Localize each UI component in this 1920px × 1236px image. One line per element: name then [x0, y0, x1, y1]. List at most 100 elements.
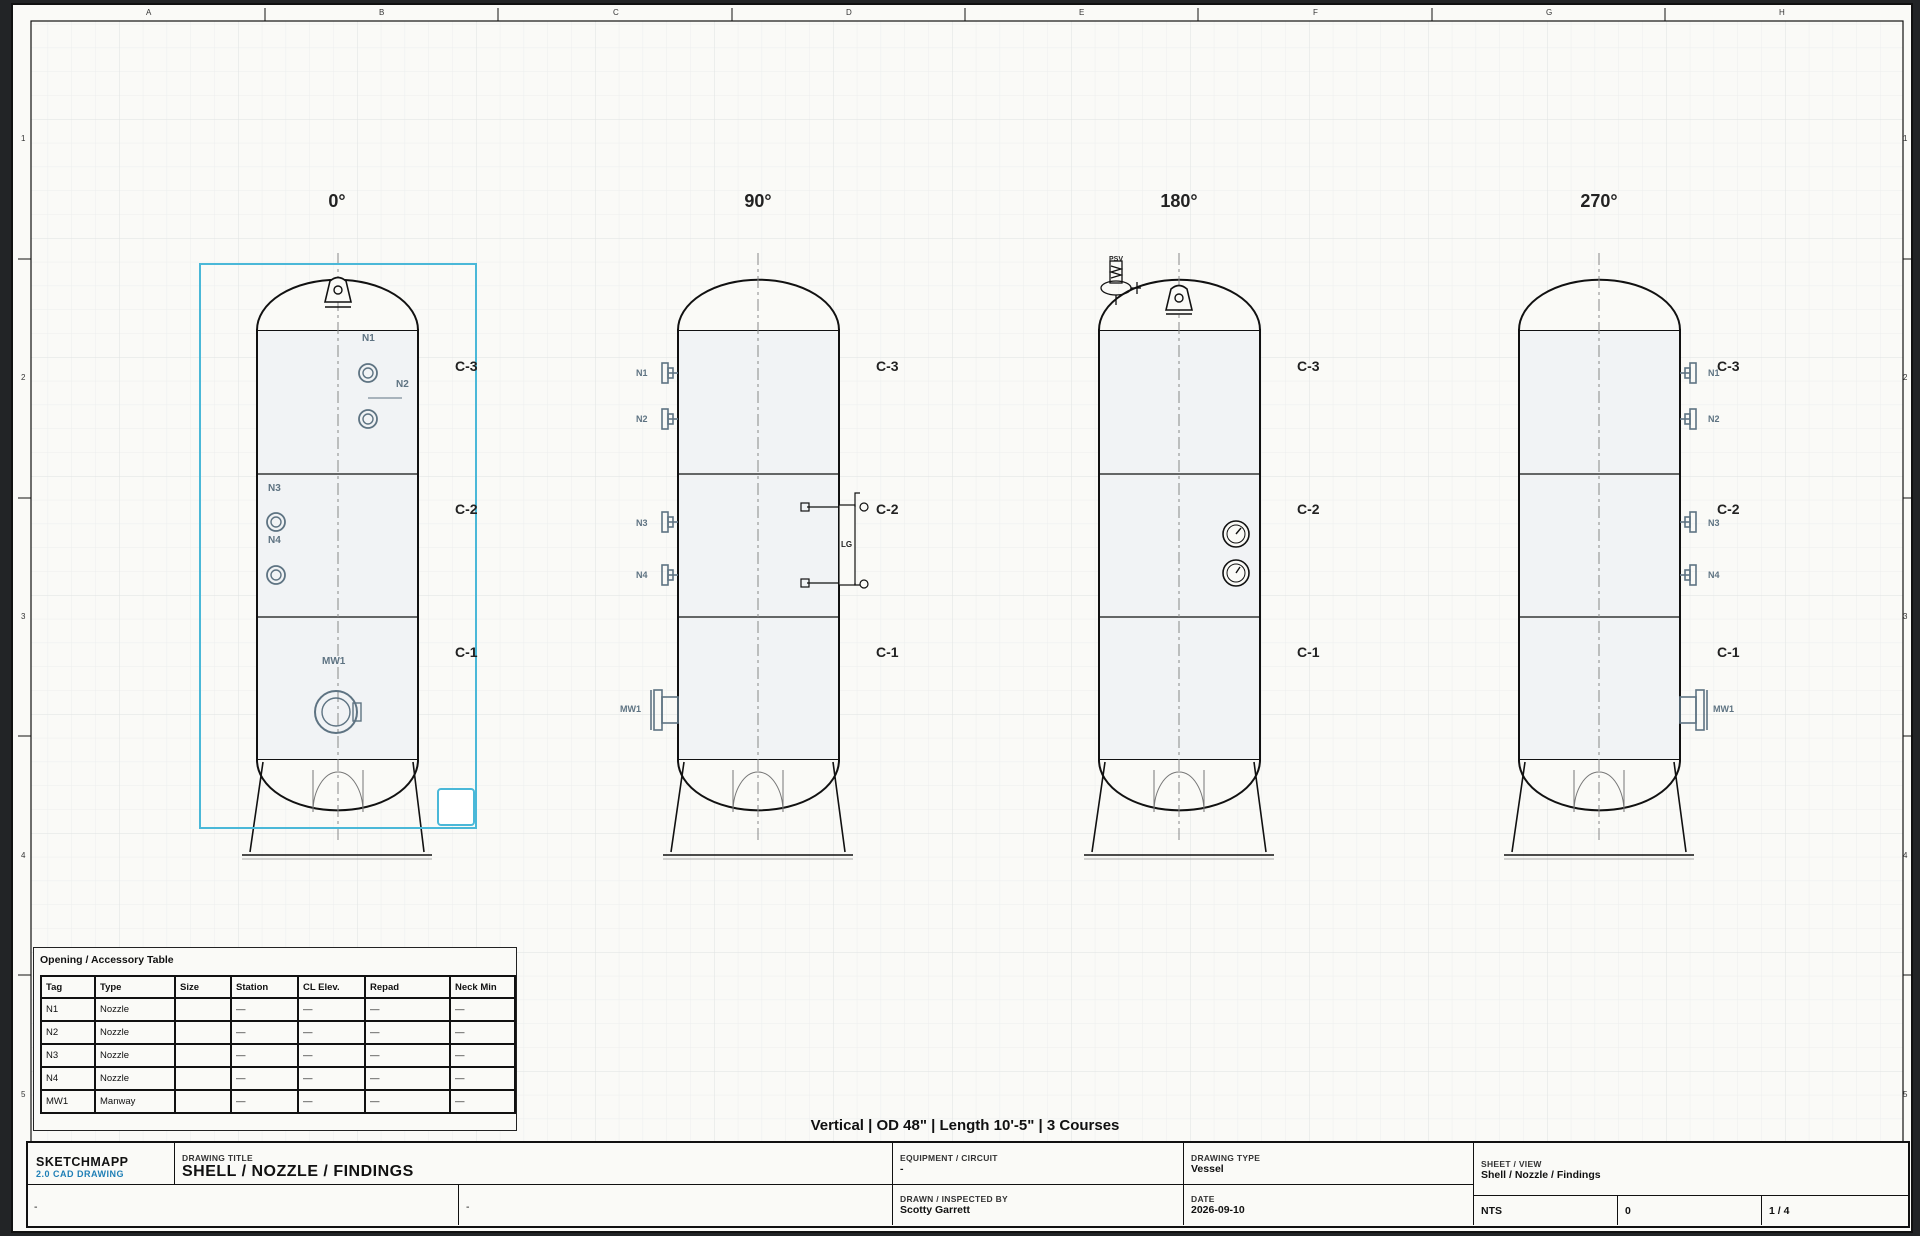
date-label: DATE [1191, 1194, 1215, 1204]
vessel-view-180[interactable] [1084, 253, 1274, 860]
course-label-c1: C-1 [876, 644, 899, 660]
cell-neck-min[interactable]: — [449, 1043, 516, 1068]
view-title-90: 90° [744, 191, 772, 211]
cell-station[interactable]: — [230, 997, 299, 1022]
vessel-view-270[interactable] [1504, 253, 1708, 860]
equipment-value[interactable]: - [900, 1163, 998, 1175]
cell-neck-min[interactable]: — [449, 1089, 516, 1114]
zone-row-3: 3 [21, 612, 26, 621]
drawing-title[interactable]: SHELL / NOZZLE / FINDINGS [182, 1163, 414, 1181]
cell-repad[interactable]: — [364, 1089, 451, 1114]
tag-n1[interactable]: N1 [636, 368, 648, 378]
cell-size[interactable] [174, 1089, 232, 1114]
cell-size[interactable] [174, 1043, 232, 1068]
tag-n4[interactable]: N4 [636, 570, 648, 580]
view-title-180: 180° [1160, 191, 1198, 211]
zone-row-4: 4 [21, 851, 26, 860]
cell-type: Manway [94, 1089, 176, 1114]
vessel-summary: Vertical | OD 48" | Length 10'-5" | 3 Co… [810, 1117, 1120, 1134]
cell-tag: N2 [40, 1020, 96, 1045]
col-header-tag: Tag [40, 975, 96, 999]
drawing-sheet: A B C D E F G H 1 2 3 4 5 1 2 3 4 5 0° 9… [0, 0, 1920, 1236]
table-row[interactable]: MW1 Manway — — — — [40, 1089, 516, 1114]
tag-n3[interactable]: N3 [1708, 518, 1720, 528]
drawing-title-label: DRAWING TITLE [182, 1153, 253, 1163]
revision-value[interactable]: 0 [1625, 1205, 1631, 1217]
zone-col-e: E [1079, 8, 1085, 17]
cell-size[interactable] [174, 1066, 232, 1091]
scale-value[interactable]: NTS [1481, 1205, 1502, 1217]
brand-name: SKETCHMAPP [36, 1155, 129, 1169]
zone-row-5-right: 5 [1903, 1090, 1908, 1099]
zone-row-5: 5 [21, 1090, 26, 1099]
sheet-view-value[interactable]: Shell / Nozzle / Findings [1481, 1169, 1601, 1181]
date-value[interactable]: 2026-09-10 [1191, 1204, 1245, 1216]
tag-n1[interactable]: N1 [1708, 368, 1720, 378]
tag-n3[interactable]: N3 [636, 518, 648, 528]
zone-row-4-right: 4 [1903, 851, 1908, 860]
tag-n2[interactable]: N2 [1708, 414, 1720, 424]
bottom-left-field-2[interactable]: - [466, 1201, 470, 1213]
tag-n4[interactable]: N4 [268, 535, 281, 546]
cell-station[interactable]: — [230, 1043, 299, 1068]
course-label-c1: C-1 [455, 644, 478, 660]
tag-mw1[interactable]: MW1 [1713, 704, 1734, 714]
table-row[interactable]: N1 Nozzle — — — — [40, 997, 516, 1022]
cell-station[interactable]: — [230, 1020, 299, 1045]
zone-row-2-right: 2 [1903, 373, 1908, 382]
cell-station[interactable]: — [230, 1066, 299, 1091]
drawing-type-value[interactable]: Vessel [1191, 1163, 1260, 1175]
zone-col-g: G [1546, 8, 1553, 17]
tag-n2[interactable]: N2 [396, 379, 409, 390]
cell-size[interactable] [174, 997, 232, 1022]
table-row[interactable]: N4 Nozzle — — — — [40, 1066, 516, 1091]
drawn-by-value[interactable]: Scotty Garrett [900, 1204, 1008, 1216]
cell-station[interactable]: — [230, 1089, 299, 1114]
table-row[interactable]: N3 Nozzle — — — — [40, 1043, 516, 1068]
opening-table-grid: Tag Type Size Station CL Elev. Repad Nec… [40, 975, 516, 1114]
course-label-c2: C-2 [876, 501, 899, 517]
tag-n1[interactable]: N1 [362, 333, 375, 344]
course-label-c1: C-1 [1297, 644, 1320, 660]
cell-neck-min[interactable]: — [449, 997, 516, 1022]
equipment-label: EQUIPMENT / CIRCUIT [900, 1153, 998, 1163]
cell-cl-elev[interactable]: — [297, 1043, 366, 1068]
col-header-repad: Repad [364, 975, 451, 999]
resize-handle[interactable] [437, 788, 475, 826]
tag-n4[interactable]: N4 [1708, 570, 1720, 580]
zone-row-2: 2 [21, 373, 26, 382]
course-label-c3: C-3 [455, 358, 478, 374]
view-title-270: 270° [1580, 191, 1618, 211]
opening-accessory-table[interactable]: Opening / Accessory Table Tag Type Size … [33, 947, 517, 1131]
zone-row-1-right: 1 [1903, 134, 1908, 143]
title-block: SKETCHMAPP 2.0 CAD DRAWING DRAWING TITLE… [26, 1141, 1910, 1228]
cell-repad[interactable]: — [364, 1043, 451, 1068]
view-title-0: 0° [328, 191, 346, 211]
course-label-c1: C-1 [1717, 644, 1740, 660]
cell-cl-elev[interactable]: — [297, 1089, 366, 1114]
tag-n3[interactable]: N3 [268, 483, 281, 494]
cell-neck-min[interactable]: — [449, 1066, 516, 1091]
cell-cl-elev[interactable]: — [297, 1066, 366, 1091]
zone-row-3-right: 3 [1903, 612, 1908, 621]
zone-col-c: C [613, 8, 619, 17]
course-label-c3: C-3 [876, 358, 899, 374]
cell-repad[interactable]: — [364, 1066, 451, 1091]
cell-cl-elev[interactable]: — [297, 997, 366, 1022]
tag-mw1[interactable]: MW1 [620, 704, 641, 714]
cell-repad[interactable]: — [364, 1020, 451, 1045]
bottom-left-field-1[interactable]: - [34, 1201, 38, 1213]
cell-neck-min[interactable]: — [449, 1020, 516, 1045]
tag-n2[interactable]: N2 [636, 414, 648, 424]
drawn-by-label: DRAWN / INSPECTED BY [900, 1194, 1009, 1204]
cell-size[interactable] [174, 1020, 232, 1045]
zone-row-1: 1 [21, 134, 26, 143]
cell-tag: N3 [40, 1043, 96, 1068]
table-row[interactable]: N2 Nozzle — — — — [40, 1020, 516, 1045]
cell-cl-elev[interactable]: — [297, 1020, 366, 1045]
tag-mw1[interactable]: MW1 [322, 656, 345, 667]
vessel-view-90[interactable] [650, 253, 869, 860]
sheet-number[interactable]: 1 / 4 [1769, 1205, 1789, 1217]
cell-repad[interactable]: — [364, 997, 451, 1022]
col-header-size: Size [174, 975, 232, 999]
